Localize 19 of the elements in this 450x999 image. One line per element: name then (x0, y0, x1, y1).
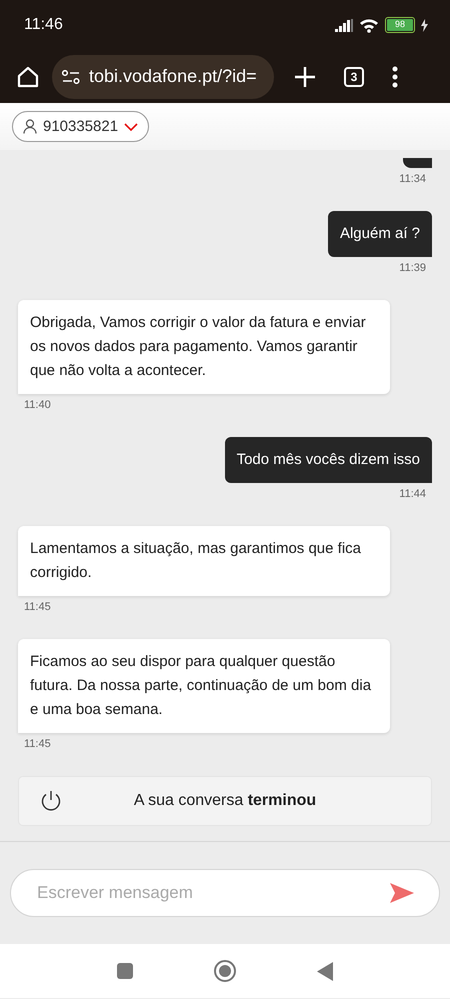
received-message: Obrigada, Vamos corrigir o valor da fatura e enviar os novos dados para pagamento. Vamos garantir que não volta a acontecer. (18, 300, 390, 394)
message-input[interactable]: Escrever mensagem (10, 869, 440, 917)
conversation-ended-text: A sua conversa terminou (132, 792, 318, 810)
status-time: 11:46 (24, 16, 63, 34)
account-selector[interactable]: 910335821 (12, 111, 150, 142)
sent-message: Todo mês vocês dizem isso (224, 437, 432, 483)
address-bar[interactable]: tobi.vodafone.pt/?id= (52, 54, 274, 98)
message-time: 11:40 (23, 398, 52, 412)
message-time: 11:44 (398, 487, 427, 501)
sent-message: Alguém aí ? (328, 211, 432, 257)
message-time: 11:34 (398, 172, 427, 186)
received-message: Lamentamos a situação, mas garantimos que fica corrigido. (18, 526, 390, 596)
url-text: tobi.vodafone.pt/?id= (89, 66, 257, 87)
received-message: Ficamos ao seu dispor para qualquer questão futura. Da nossa parte, continuação de um bom dia e uma boa semana. (18, 639, 390, 733)
battery-icon: 98 (385, 17, 415, 33)
message-time: 11:39 (398, 261, 427, 275)
message-time: 11:45 (23, 737, 52, 751)
tab-count-button[interactable]: 3 (344, 66, 364, 86)
message-time: 11:45 (23, 600, 52, 614)
